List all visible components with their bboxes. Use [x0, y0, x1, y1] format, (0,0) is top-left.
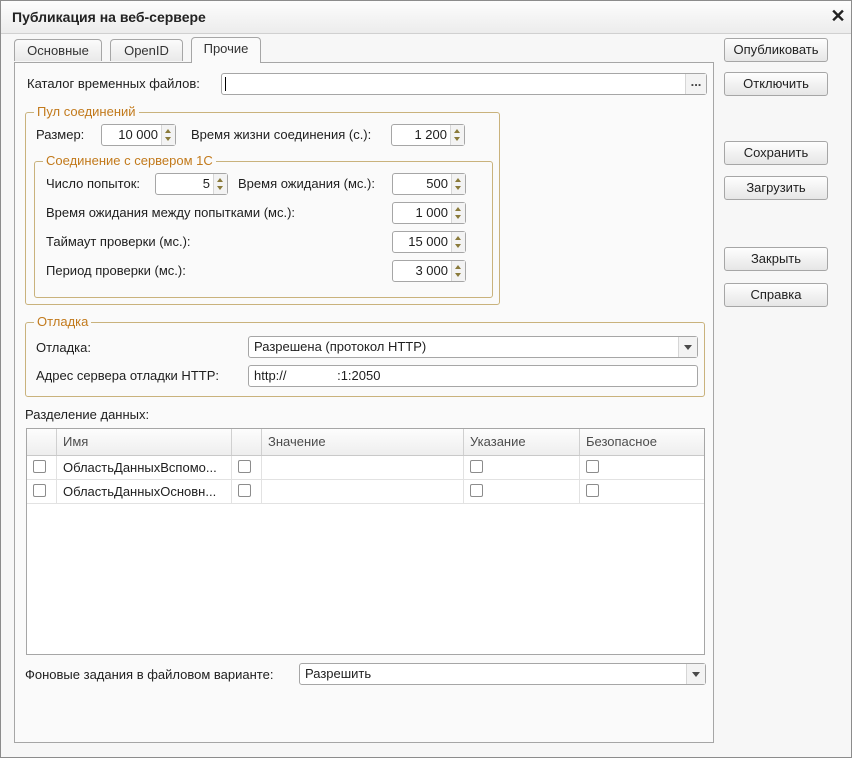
- row-name: ОбластьДанныхОсновн...: [57, 480, 232, 503]
- row-checkbox[interactable]: [33, 460, 46, 473]
- data-separation-table: Имя Значение Указание Безопасное Область…: [26, 428, 705, 655]
- spin-icon[interactable]: [451, 261, 465, 281]
- check-timeout-input[interactable]: 15 000: [392, 231, 466, 253]
- attempts-input[interactable]: 5: [155, 173, 228, 195]
- debug-address-value: http:// :1:2050: [254, 368, 381, 383]
- column-check: [27, 429, 57, 455]
- close-icon[interactable]: ✕: [827, 4, 849, 28]
- debug-mode-select[interactable]: Разрешена (протокол HTTP): [248, 336, 698, 358]
- tab-panel-other: Каталог временных файлов: ... Пул соедин…: [14, 62, 714, 743]
- save-button[interactable]: Сохранить: [724, 141, 828, 165]
- column-name[interactable]: Имя: [57, 429, 232, 455]
- temp-dir-label: Каталог временных файлов:: [27, 76, 200, 91]
- table-row[interactable]: ОбластьДанныхВспомо...: [27, 456, 704, 480]
- between-label: Время ожидания между попытками (мс.):: [46, 205, 296, 220]
- table-row[interactable]: ОбластьДанныхОсновн...: [27, 480, 704, 504]
- debug-mode-label: Отладка:: [36, 340, 91, 355]
- between-value: 1 000: [415, 205, 448, 220]
- pool-group: Пул соединений Размер: 10 000 Время жизн…: [25, 104, 500, 305]
- pool-group-title: Пул соединений: [34, 104, 139, 120]
- window-title: Публикация на веб-сервере: [12, 9, 206, 25]
- timeout-input[interactable]: 500: [392, 173, 466, 195]
- text-cursor: [225, 77, 226, 91]
- help-button[interactable]: Справка: [724, 283, 828, 307]
- tab-openid[interactable]: OpenID: [110, 39, 183, 61]
- timeout-label: Время ожидания (мс.):: [238, 176, 375, 191]
- debug-mode-value: Разрешена (протокол HTTP): [254, 339, 427, 354]
- value-checkbox[interactable]: [238, 460, 251, 473]
- check-timeout-label: Таймаут проверки (мс.):: [46, 234, 191, 249]
- value-checkbox[interactable]: [238, 484, 251, 497]
- title-bar: Публикация на веб-сервере ✕: [1, 1, 851, 34]
- background-jobs-select[interactable]: Разрешить: [299, 663, 706, 685]
- table-header: Имя Значение Указание Безопасное: [27, 429, 704, 456]
- column-safe[interactable]: Безопасное: [580, 429, 704, 455]
- between-input[interactable]: 1 000: [392, 202, 466, 224]
- spin-icon[interactable]: [451, 203, 465, 223]
- debug-address-label: Адрес сервера отладки HTTP:: [36, 368, 219, 383]
- attempts-value: 5: [202, 176, 210, 191]
- row-name: ОбластьДанныхВспомо...: [57, 456, 232, 479]
- column-value-check: [232, 429, 262, 455]
- pool-size-label: Размер:: [36, 127, 85, 142]
- debug-group-title: Отладка: [34, 314, 92, 330]
- pool-size-value: 10 000: [118, 127, 158, 142]
- publish-button[interactable]: Опубликовать: [724, 38, 828, 62]
- spin-icon[interactable]: [161, 125, 175, 145]
- connection-group: Соединение с сервером 1С Число попыток: …: [34, 153, 493, 298]
- data-separation-label: Разделение данных:: [25, 407, 150, 422]
- spin-icon[interactable]: [451, 232, 465, 252]
- browse-button[interactable]: ...: [685, 74, 706, 94]
- tab-main[interactable]: Основные: [14, 39, 102, 61]
- attempts-label: Число попыток:: [46, 176, 140, 191]
- connection-group-title: Соединение с сервером 1С: [43, 153, 216, 169]
- timeout-value: 500: [426, 176, 448, 191]
- check-period-input[interactable]: 3 000: [392, 260, 466, 282]
- chevron-down-icon[interactable]: [686, 664, 705, 684]
- load-button[interactable]: Загрузить: [724, 176, 828, 200]
- disable-button[interactable]: Отключить: [724, 72, 828, 96]
- close-button[interactable]: Закрыть: [724, 247, 828, 271]
- row-value[interactable]: [262, 456, 464, 479]
- row-checkbox[interactable]: [33, 484, 46, 497]
- lifetime-value: 1 200: [414, 127, 447, 142]
- lifetime-label: Время жизни соединения (с.):: [191, 127, 372, 142]
- row-value[interactable]: [262, 480, 464, 503]
- background-jobs-value: Разрешить: [305, 666, 372, 681]
- hint-checkbox[interactable]: [470, 460, 483, 473]
- debug-address-input[interactable]: http:// :1:2050: [248, 365, 698, 387]
- spin-icon[interactable]: [213, 174, 227, 194]
- pool-size-input[interactable]: 10 000: [101, 124, 176, 146]
- safe-checkbox[interactable]: [586, 484, 599, 497]
- lifetime-input[interactable]: 1 200: [391, 124, 465, 146]
- column-hint[interactable]: Указание: [464, 429, 580, 455]
- chevron-down-icon[interactable]: [678, 337, 697, 357]
- safe-checkbox[interactable]: [586, 460, 599, 473]
- check-timeout-value: 15 000: [408, 234, 448, 249]
- hint-checkbox[interactable]: [470, 484, 483, 497]
- check-period-label: Период проверки (мс.):: [46, 263, 186, 278]
- background-jobs-label: Фоновые задания в файловом варианте:: [25, 667, 274, 682]
- spin-icon[interactable]: [451, 174, 465, 194]
- debug-group: Отладка Отладка: Разрешена (протокол HTT…: [25, 314, 705, 397]
- tab-other[interactable]: Прочие: [191, 37, 261, 63]
- column-value[interactable]: Значение: [262, 429, 464, 455]
- spin-icon[interactable]: [450, 125, 464, 145]
- check-period-value: 3 000: [415, 263, 448, 278]
- temp-dir-input[interactable]: ...: [221, 73, 707, 95]
- publish-dialog: Публикация на веб-сервере ✕ Основные Ope…: [0, 0, 852, 758]
